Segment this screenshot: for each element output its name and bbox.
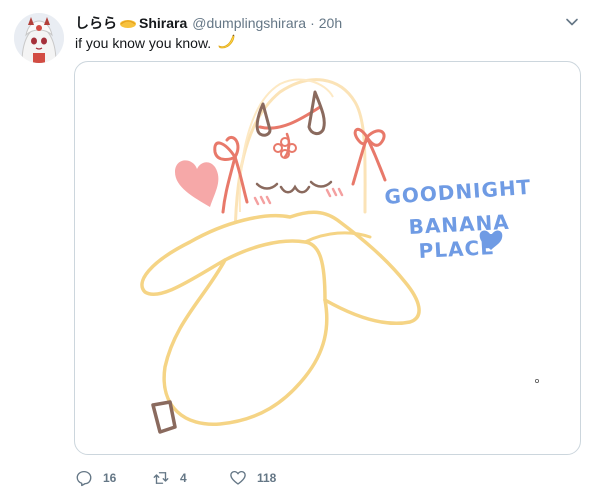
- tweet-media-image[interactable]: GOODNIGHT BANANA PLACE: [74, 61, 581, 455]
- art-text-line-1: GOODNIGHT: [384, 175, 532, 209]
- banana-icon: [218, 34, 235, 49]
- banana-drawing: GOODNIGHT BANANA PLACE: [140, 78, 539, 434]
- reply-icon: [76, 470, 92, 487]
- avatar-image: [14, 13, 64, 63]
- avatar[interactable]: [14, 13, 64, 63]
- heart-icon: [230, 470, 246, 485]
- tweet-header: しらら Shirara @dumplingshirara · 20h: [75, 13, 558, 33]
- timestamp[interactable]: 20h: [319, 13, 342, 33]
- retweet-icon: [153, 472, 169, 484]
- tweet-actions: 16 4 118: [75, 466, 309, 490]
- display-name[interactable]: しらら: [75, 13, 117, 33]
- chevron-down-icon[interactable]: [564, 14, 580, 30]
- tweet: しらら Shirara @dumplingshirara · 20h if yo…: [0, 0, 598, 499]
- like-count: 118: [257, 471, 277, 485]
- reply-count: 16: [103, 471, 117, 485]
- user-handle[interactable]: @dumplingshirara: [192, 13, 306, 33]
- tweet-text: if you know you know.: [75, 33, 235, 53]
- dumpling-icon: [120, 20, 136, 28]
- reply-button[interactable]: 16: [75, 469, 152, 487]
- retweet-button[interactable]: 4: [152, 469, 229, 487]
- retweet-count: 4: [180, 471, 187, 485]
- display-name-suffix[interactable]: Shirara: [139, 13, 187, 33]
- separator-dot: ·: [310, 15, 315, 31]
- like-button[interactable]: 118: [229, 469, 309, 487]
- tweet-text-content: if you know you know.: [75, 35, 212, 51]
